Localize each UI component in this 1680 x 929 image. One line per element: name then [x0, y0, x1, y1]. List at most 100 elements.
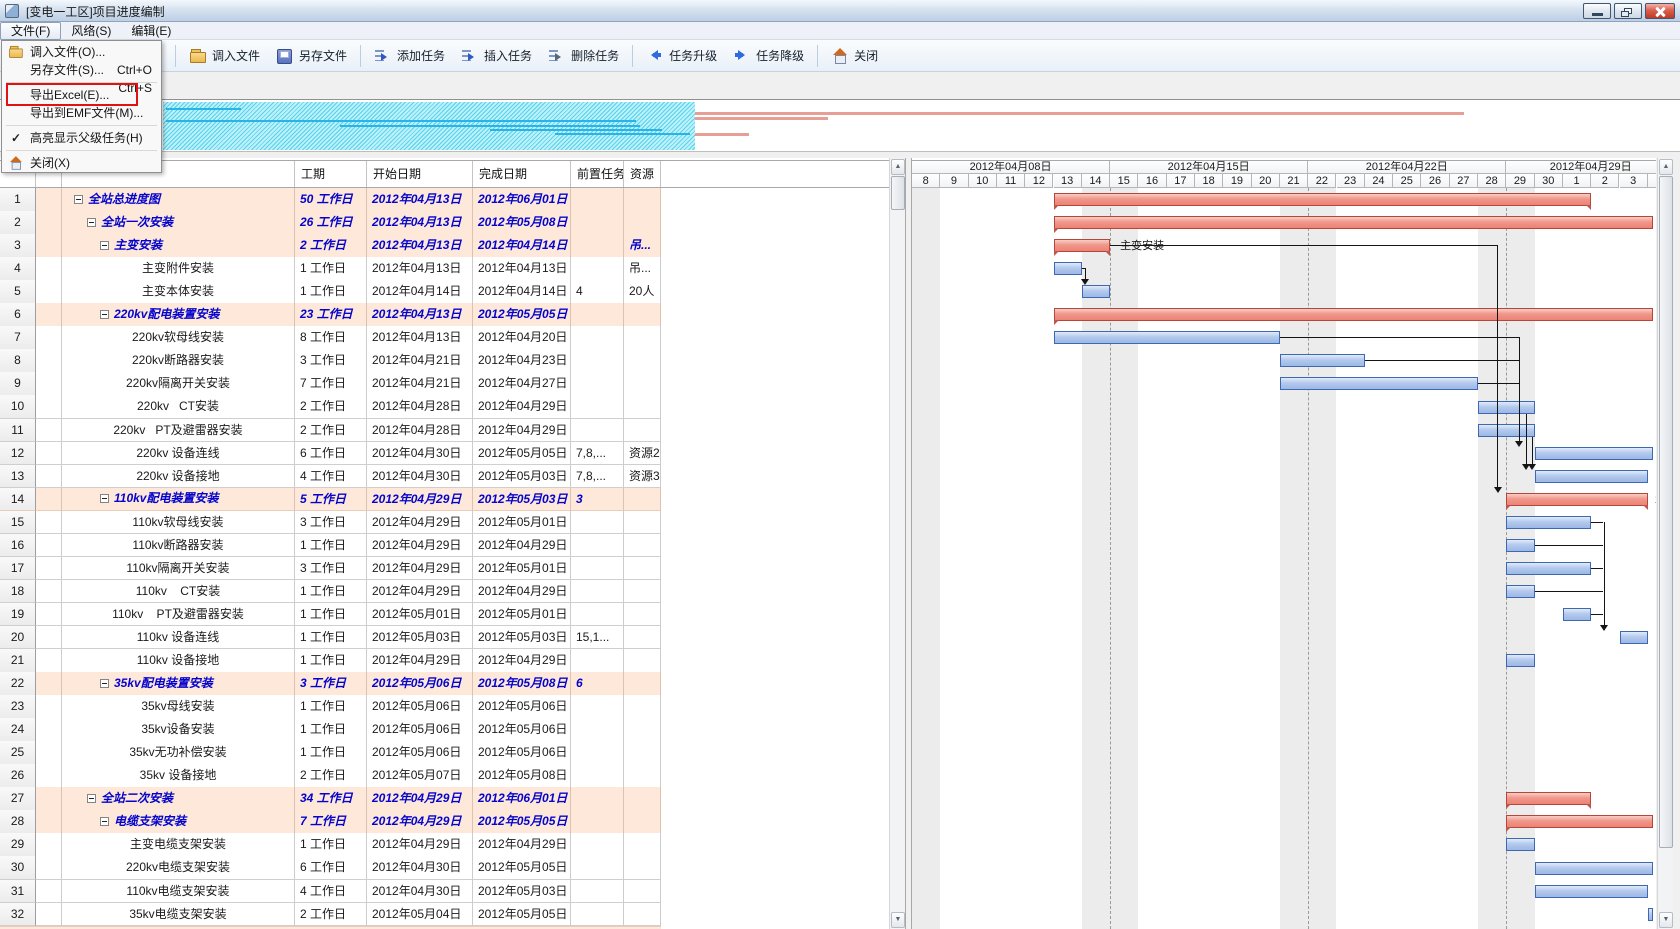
table-row[interactable]: 31110kv电缆支架安装4 工作日2012年04月30日2012年05月03日	[0, 880, 661, 904]
menu-item-导出到EMF文件(M)...[interactable]: 导出到EMF文件(M)...	[2, 104, 161, 122]
menu-文件(F)[interactable]: 文件(F)	[0, 22, 61, 40]
gantt-bar-task[interactable]	[1535, 862, 1653, 875]
table-row[interactable]: 19110kv PT及避雷器安装1 工作日2012年05月01日2012年05月…	[0, 603, 661, 627]
column-header-res[interactable]: 资源	[624, 161, 661, 187]
gantt-bar-task[interactable]	[1506, 838, 1534, 851]
column-header-pred[interactable]: 前置任务	[571, 161, 624, 187]
table-row[interactable]: 2全站一次安装26 工作日2012年04月13日2012年05月08日	[0, 211, 661, 235]
table-row[interactable]: 3主变安装2 工作日2012年04月13日2012年04月14日吊...	[0, 234, 661, 258]
table-row[interactable]: 2535kv无功补偿安装1 工作日2012年05月06日2012年05月06日	[0, 741, 661, 765]
table-row[interactable]: 21110kv 设备接地1 工作日2012年04月29日2012年04月29日	[0, 649, 661, 673]
table-row[interactable]: 2335kv母线安装1 工作日2012年05月06日2012年05月06日	[0, 695, 661, 719]
gantt-bar-summary[interactable]	[1506, 493, 1648, 506]
table-scrollbar-thumb[interactable]	[891, 176, 905, 210]
gantt-bar-task[interactable]	[1563, 608, 1591, 621]
gantt-bar-task[interactable]	[1506, 539, 1534, 552]
toolbar-button-任务升级[interactable]: 任务升级	[638, 44, 725, 67]
table-row[interactable]: 2235kv配电装置安装3 工作日2012年05月06日2012年05月08日6	[0, 672, 661, 696]
close-button[interactable]	[1645, 3, 1675, 19]
gantt-bar-task[interactable]	[1506, 516, 1591, 529]
table-row[interactable]: 11220kv PT及避雷器安装2 工作日2012年04月28日2012年04月…	[0, 419, 661, 443]
gantt-bar-summary[interactable]	[1054, 239, 1111, 252]
restore-button[interactable]	[1614, 3, 1642, 19]
collapse-icon[interactable]	[100, 817, 109, 826]
table-row[interactable]: 2635kv 设备接地2 工作日2012年05月07日2012年05月08日	[0, 764, 661, 788]
scroll-up-icon[interactable]: ▲	[1659, 159, 1673, 175]
toolbar-button-另存文件[interactable]: 另存文件	[268, 44, 355, 67]
table-row[interactable]: 18110kv CT安装1 工作日2012年04月29日2012年04月29日	[0, 580, 661, 604]
gantt-bar-summary[interactable]	[1054, 216, 1654, 229]
gantt-bar-task[interactable]	[1535, 885, 1648, 898]
toolbar-button-调入文件[interactable]: 调入文件	[181, 44, 268, 67]
minimize-button[interactable]	[1583, 3, 1611, 19]
table-row[interactable]: 13220kv 设备接地4 工作日2012年04月30日2012年05月03日7…	[0, 465, 661, 489]
menu-item-关闭(X)[interactable]: 关闭(X)	[2, 154, 161, 172]
collapse-icon[interactable]	[100, 310, 109, 319]
gantt-bar-summary[interactable]	[1054, 308, 1654, 321]
column-header-start[interactable]: 开始日期	[367, 161, 473, 187]
panel-splitter[interactable]	[905, 158, 912, 929]
summary-cap	[1054, 205, 1059, 210]
collapse-icon[interactable]	[87, 794, 96, 803]
gantt-bar-task[interactable]	[1506, 562, 1591, 575]
gantt-bar-task[interactable]	[1054, 262, 1082, 275]
menu-item-高亮显示父级任务(H)[interactable]: ✓高亮显示父级任务(H)	[2, 129, 161, 147]
gantt-scrollbar-thumb[interactable]	[1659, 176, 1673, 848]
column-header-duration[interactable]: 工期	[295, 161, 367, 187]
gantt-bar-task[interactable]	[1506, 585, 1534, 598]
scroll-down-icon[interactable]: ▼	[1659, 912, 1673, 928]
table-row[interactable]: 6220kv配电装置安装23 工作日2012年04月13日2012年05月05日	[0, 303, 661, 327]
gantt-bar-task[interactable]	[1054, 331, 1280, 344]
gantt-bar-task[interactable]	[1506, 654, 1534, 667]
table-row[interactable]: 12220kv 设备连线6 工作日2012年04月30日2012年05月05日7…	[0, 442, 661, 466]
table-row[interactable]: 1全站总进度图50 工作日2012年04月13日2012年06月01日	[0, 188, 661, 212]
table-row[interactable]: 8220kv断路器安装3 工作日2012年04月21日2012年04月23日	[0, 349, 661, 373]
collapse-icon[interactable]	[87, 218, 96, 227]
table-row[interactable]: 15110kv软母线安装3 工作日2012年04月29日2012年05月01日	[0, 511, 661, 535]
table-scrollbar[interactable]: ▲ ▼	[889, 158, 905, 929]
collapse-icon[interactable]	[100, 494, 109, 503]
gantt-bar-task[interactable]	[1280, 354, 1365, 367]
gantt-bar-task[interactable]	[1082, 285, 1110, 298]
gantt-scrollbar[interactable]: ▲ ▼	[1657, 158, 1673, 929]
gantt-bar-task[interactable]	[1478, 401, 1535, 414]
gantt-bar-summary[interactable]	[1506, 792, 1591, 805]
table-row[interactable]: 14110kv配电装置安装5 工作日2012年04月29日2012年05月03日…	[0, 488, 661, 512]
toolbar-button-添加任务[interactable]: 添加任务	[366, 44, 453, 67]
menu-item-另存文件(S)...[interactable]: 另存文件(S)...Ctrl+S	[2, 61, 161, 79]
gantt-bar-task[interactable]	[1280, 377, 1478, 390]
table-row[interactable]: 28电缆支架安装7 工作日2012年04月29日2012年05月05日	[0, 810, 661, 834]
toolbar-button-关闭[interactable]: 关闭	[823, 44, 886, 67]
toolbar-button-删除任务[interactable]: 删除任务	[540, 44, 627, 67]
gantt-bar-summary[interactable]	[1054, 193, 1592, 206]
table-row[interactable]: 17110kv隔离开关安装3 工作日2012年04月29日2012年05月01日	[0, 557, 661, 581]
gantt-bar-task[interactable]	[1535, 447, 1653, 460]
collapse-icon[interactable]	[100, 241, 109, 250]
gantt-bar-task[interactable]	[1535, 470, 1648, 483]
table-row[interactable]: 29主变电缆支架安装1 工作日2012年04月29日2012年04月29日	[0, 833, 661, 857]
gantt-bar-task[interactable]	[1648, 908, 1653, 921]
menu-item-调入文件(O)...[interactable]: 调入文件(O)...Ctrl+O	[2, 43, 161, 61]
scroll-down-icon[interactable]: ▼	[891, 912, 905, 928]
table-row[interactable]: 7220kv软母线安装8 工作日2012年04月13日2012年04月20日	[0, 326, 661, 350]
toolbar-button-插入任务[interactable]: 插入任务	[453, 44, 540, 67]
table-row[interactable]: 5主变本体安装1 工作日2012年04月14日2012年04月14日420人	[0, 280, 661, 304]
scroll-up-icon[interactable]: ▲	[891, 159, 905, 175]
table-row[interactable]: 4主变附件安装1 工作日2012年04月13日2012年04月13日吊...	[0, 257, 661, 281]
gantt-bar-summary[interactable]	[1506, 815, 1653, 828]
collapse-icon[interactable]	[74, 195, 83, 204]
table-row[interactable]: 20110kv 设备连线1 工作日2012年05月03日2012年05月03日1…	[0, 626, 661, 650]
column-header-end[interactable]: 完成日期	[473, 161, 571, 187]
table-row[interactable]: 27全站二次安装34 工作日2012年04月29日2012年06月01日	[0, 787, 661, 811]
gantt-bar-task[interactable]	[1620, 631, 1648, 644]
table-row[interactable]: 30220kv电缆支架安装6 工作日2012年04月30日2012年05月05日	[0, 856, 661, 880]
menu-编辑(E)[interactable]: 编辑(E)	[121, 23, 181, 41]
menu-风络(S)[interactable]: 风络(S)	[61, 23, 121, 41]
table-row[interactable]: 16110kv断路器安装1 工作日2012年04月29日2012年04月29日	[0, 534, 661, 558]
collapse-icon[interactable]	[100, 679, 109, 688]
table-row[interactable]: 10220kv CT安装2 工作日2012年04月28日2012年04月29日	[0, 395, 661, 419]
table-row[interactable]: 3235kv电缆支架安装2 工作日2012年05月04日2012年05月05日	[0, 903, 661, 927]
table-row[interactable]: 2435kv设备安装1 工作日2012年05月06日2012年05月06日	[0, 718, 661, 742]
toolbar-button-任务降级[interactable]: 任务降级	[725, 44, 812, 67]
table-row[interactable]: 9220kv隔离开关安装7 工作日2012年04月21日2012年04月27日	[0, 372, 661, 396]
